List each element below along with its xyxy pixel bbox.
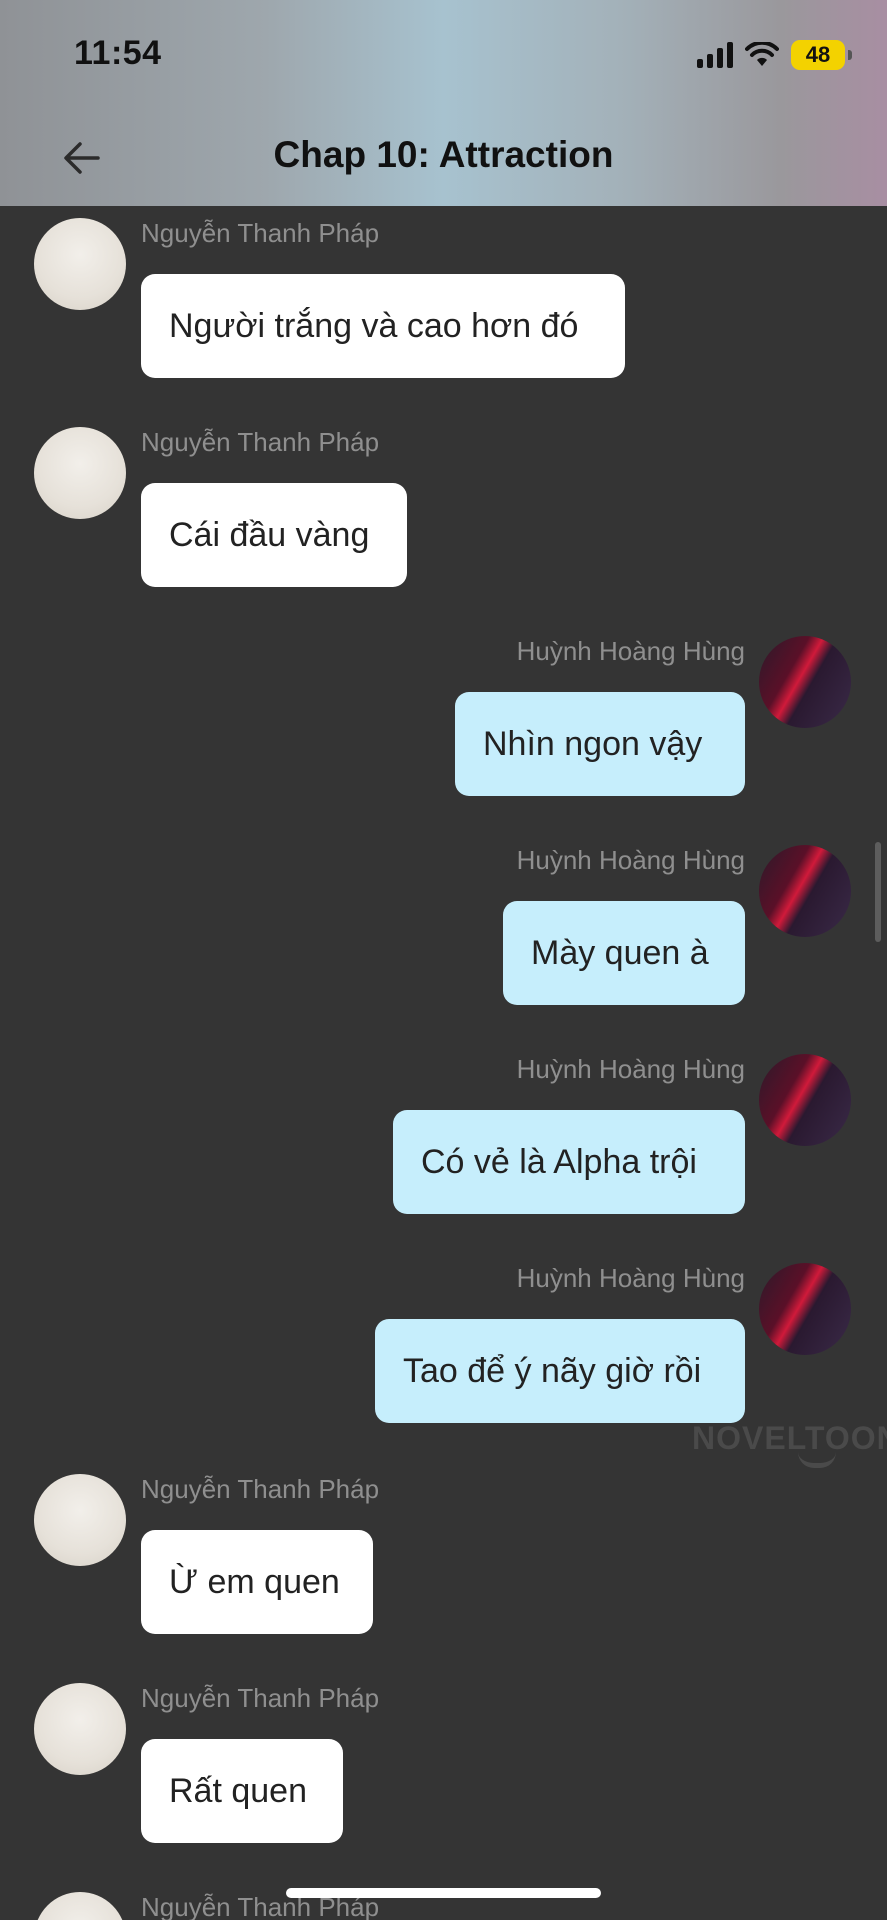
scrollbar[interactable] xyxy=(875,842,881,942)
message-bubble: Người trắng và cao hơn đó xyxy=(141,274,625,378)
avatar[interactable] xyxy=(34,1474,126,1566)
wifi-icon xyxy=(745,42,779,66)
avatar[interactable] xyxy=(34,427,126,519)
message-bubble: Nhìn ngon vậy xyxy=(455,692,745,796)
sender-name: Huỳnh Hoàng Hùng xyxy=(516,1054,745,1084)
sender-name: Nguyễn Thanh Pháp xyxy=(141,218,380,248)
signal-icon xyxy=(697,42,733,68)
battery-icon: 48 xyxy=(791,40,852,70)
message-bubble: Ừ em quen xyxy=(141,1530,373,1634)
sender-name: Nguyễn Thanh Pháp xyxy=(141,1683,380,1713)
chat-screen: 11:54 48 Chap 10: Attraction Nguyễn Than… xyxy=(0,0,887,1920)
watermark-logo: NOVELTOON xyxy=(692,1420,887,1456)
sender-name: Huỳnh Hoàng Hùng xyxy=(516,1263,745,1293)
avatar[interactable] xyxy=(759,845,851,937)
message-bubble: Rất quen xyxy=(141,1739,343,1843)
status-time: 11:54 xyxy=(74,34,162,72)
message-bubble: Tao để ý nãy giờ rồi xyxy=(375,1319,745,1423)
sender-name: Nguyễn Thanh Pháp xyxy=(141,1474,380,1504)
home-indicator[interactable] xyxy=(286,1888,601,1898)
avatar[interactable] xyxy=(759,1054,851,1146)
page-title: Chap 10: Attraction xyxy=(273,134,614,175)
message-bubble: Có vẻ là Alpha trội xyxy=(393,1110,745,1214)
sender-name: Nguyễn Thanh Pháp xyxy=(141,427,380,457)
sender-name: Huỳnh Hoàng Hùng xyxy=(516,636,745,666)
avatar[interactable] xyxy=(759,636,851,728)
avatar[interactable] xyxy=(759,1263,851,1355)
sender-name: Huỳnh Hoàng Hùng xyxy=(516,845,745,875)
avatar[interactable] xyxy=(34,218,126,310)
avatar[interactable] xyxy=(34,1892,126,1920)
watermark-smile-icon xyxy=(798,1452,836,1468)
status-icons: 48 xyxy=(697,38,852,72)
avatar[interactable] xyxy=(34,1683,126,1775)
header: 11:54 48 Chap 10: Attraction xyxy=(0,0,887,206)
message-bubble: Cái đầu vàng xyxy=(141,483,407,587)
message-bubble: Mày quen à xyxy=(503,901,745,1005)
